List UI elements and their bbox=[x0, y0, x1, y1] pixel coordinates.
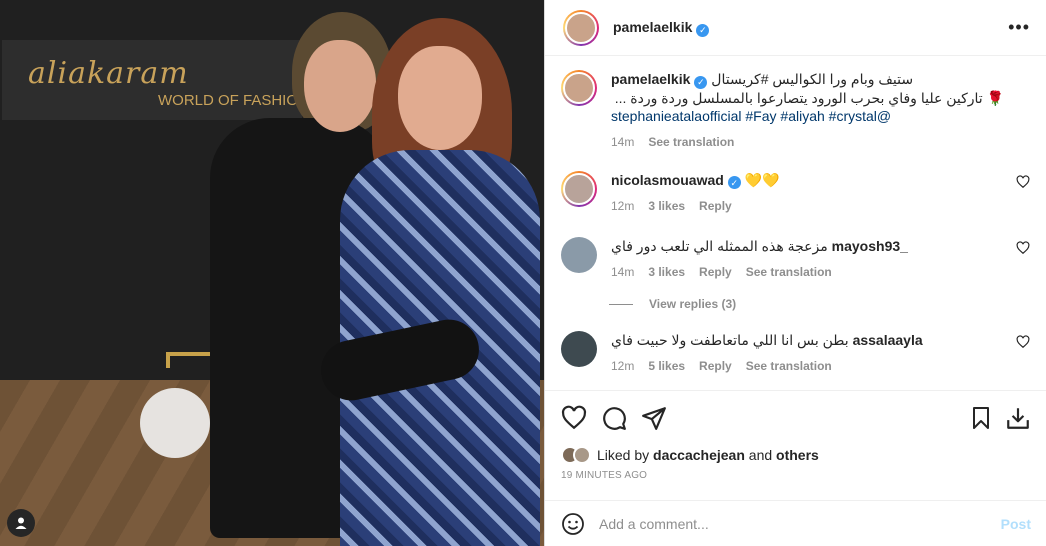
author-username[interactable]: pamelaelkik bbox=[613, 19, 692, 35]
liked-by-label: Liked by bbox=[597, 447, 650, 463]
like-comment-heart-icon[interactable] bbox=[1016, 335, 1030, 349]
add-comment-bar: Post bbox=[545, 500, 1046, 546]
post-comment-button[interactable]: Post bbox=[1001, 516, 1031, 532]
replies-divider bbox=[609, 303, 633, 305]
verified-badge-icon: ✓ bbox=[694, 75, 708, 89]
reply-button[interactable]: Reply bbox=[699, 357, 732, 375]
verified-badge-icon: ✓ bbox=[696, 23, 710, 37]
verified-badge-icon: ✓ bbox=[727, 176, 741, 189]
post-side-panel: pamelaelkik ✓ ••• pamelaelkik ✓ ستيف وبام … bbox=[544, 0, 1046, 546]
post-timestamp[interactable]: 19 MINUTES AGO bbox=[561, 470, 1031, 481]
comment-text: بطن بس انا اللي ماتعاطفت ولا حبيت فاي bbox=[611, 332, 849, 348]
likes-summary: Liked by daccachejean and others bbox=[561, 446, 1031, 464]
see-translation-link[interactable]: See translation bbox=[648, 133, 734, 151]
person-right-face bbox=[398, 46, 482, 150]
caption-line-1: ستيف وبام ورا الكواليس #كريستال bbox=[711, 71, 914, 87]
comments-list: pamelaelkik ✓ ستيف وبام ورا الكواليس #كري… bbox=[545, 56, 1046, 390]
fur-cushion bbox=[140, 388, 210, 458]
post-actions: Liked by daccachejean and others 19 MINU… bbox=[545, 390, 1046, 481]
liked-by-others[interactable]: others bbox=[776, 447, 819, 463]
emoji-icon[interactable] bbox=[561, 512, 585, 536]
comment-time[interactable]: 12m bbox=[611, 357, 634, 375]
like-heart-icon[interactable] bbox=[561, 405, 587, 431]
comment-likes[interactable]: 5 likes bbox=[648, 357, 685, 375]
see-translation-link[interactable]: See translation bbox=[746, 263, 832, 281]
post-photo[interactable]: aliakaram WORLD OF FASHION bbox=[0, 0, 544, 546]
commenter-avatar[interactable] bbox=[561, 237, 597, 273]
download-icon[interactable] bbox=[1005, 405, 1031, 431]
comment-time[interactable]: 12m bbox=[611, 197, 634, 215]
comment: nicolasmouawad ✓ 💛💛 12m 3 likes Reply bbox=[561, 170, 1030, 216]
tagged-users-button[interactable] bbox=[7, 509, 35, 537]
person-left-face bbox=[304, 40, 376, 132]
comment-icon[interactable] bbox=[601, 405, 627, 431]
caption: pamelaelkik ✓ ستيف وبام ورا الكواليس #كري… bbox=[561, 70, 1030, 151]
comment: assalaayla بطن بس انا اللي ماتعاطفت ولا … bbox=[561, 331, 1030, 375]
author-avatar[interactable] bbox=[563, 9, 599, 46]
comment-username[interactable]: assalaayla bbox=[853, 332, 923, 348]
liked-by-user[interactable]: daccachejean bbox=[653, 447, 745, 463]
reply-button[interactable]: Reply bbox=[699, 263, 732, 281]
store-sign-subtitle: WORLD OF FASHION bbox=[158, 92, 309, 109]
like-comment-heart-icon[interactable] bbox=[1016, 241, 1030, 255]
view-replies-label: View replies (3) bbox=[649, 297, 737, 311]
comment-text: مزعجة هذه الممثله الي تلعب دور فاي bbox=[611, 238, 828, 254]
liker-avatar[interactable] bbox=[573, 446, 591, 464]
post-header: pamelaelkik ✓ ••• bbox=[545, 0, 1046, 56]
reply-button[interactable]: Reply bbox=[699, 197, 732, 215]
author-avatar[interactable] bbox=[561, 70, 597, 106]
comment-username[interactable]: nicolasmouawad bbox=[611, 172, 724, 188]
commenter-avatar[interactable] bbox=[561, 170, 597, 207]
more-options-icon[interactable]: ••• bbox=[1008, 17, 1030, 38]
comment-likes[interactable]: 3 likes bbox=[648, 197, 685, 215]
store-sign-script: aliakaram bbox=[28, 56, 189, 91]
user-icon bbox=[15, 517, 27, 529]
stool bbox=[166, 352, 214, 368]
comment-likes[interactable]: 3 likes bbox=[648, 263, 685, 281]
caption-username[interactable]: pamelaelkik bbox=[611, 71, 690, 87]
caption-line-2: 🌹 تاركين عليا وفاي بحرب الورود يتصارعوا … bbox=[614, 89, 1004, 106]
comment-username[interactable]: _mayosh93 bbox=[832, 238, 908, 254]
comment: _mayosh93 مزعجة هذه الممثله الي تلعب دور… bbox=[561, 237, 1030, 281]
view-replies-button[interactable]: View replies (3) bbox=[609, 297, 1030, 311]
add-comment-input[interactable] bbox=[599, 515, 1001, 532]
caption-time[interactable]: 14m bbox=[611, 133, 634, 151]
comment-text: 💛💛 bbox=[744, 171, 780, 188]
comment-time[interactable]: 14m bbox=[611, 263, 634, 281]
commenter-avatar[interactable] bbox=[561, 331, 597, 367]
share-icon[interactable] bbox=[641, 405, 667, 431]
see-translation-link[interactable]: See translation bbox=[746, 357, 832, 375]
liked-by-and: and bbox=[748, 447, 773, 463]
like-comment-heart-icon[interactable] bbox=[1016, 174, 1030, 189]
save-bookmark-icon[interactable] bbox=[969, 405, 993, 431]
caption-line-3[interactable]: stephanieatalaofficial #Fay #aliyah #cry… bbox=[611, 107, 1004, 125]
